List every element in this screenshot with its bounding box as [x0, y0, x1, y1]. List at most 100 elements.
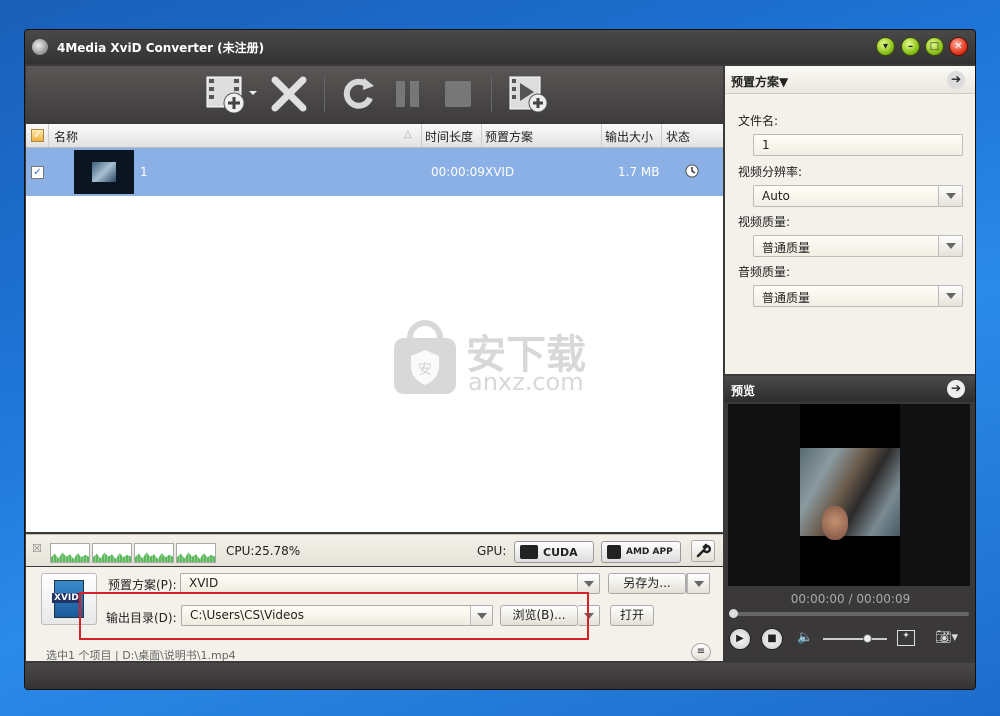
chevron-down-icon: [938, 286, 962, 306]
cpu-graph: [134, 543, 174, 563]
profile-value: XVID: [189, 576, 219, 590]
status-clock-icon: [684, 163, 700, 182]
stop-preview-button[interactable]: ■: [761, 628, 783, 650]
add-video-icon: [206, 76, 257, 114]
chevron-down-icon: [577, 574, 599, 593]
stop-icon: [445, 81, 471, 107]
stop-button[interactable]: [438, 72, 478, 116]
amd-app-button[interactable]: AMD APP: [601, 541, 681, 563]
row-profile: XVID: [485, 165, 515, 179]
resolution-label: 视频分辨率:: [738, 165, 803, 179]
header-size[interactable]: 输出大小: [605, 128, 653, 145]
pause-icon: [396, 81, 419, 107]
seek-handle[interactable]: [729, 609, 738, 618]
open-button[interactable]: 打开: [610, 605, 654, 626]
file-list: ✓ 名称 △ 时间长度 预置方案 输出大小 状态 ✓ 1 00:00:09 XV…: [26, 124, 723, 532]
video-quality-value: 普通质量: [762, 241, 811, 255]
audio-quality-value: 普通质量: [762, 291, 811, 305]
save-as-dropdown[interactable]: [686, 573, 710, 594]
pause-button[interactable]: [388, 72, 428, 116]
cpu-bar: ☒ CPU:25.78% GPU: CUDA AMD APP: [26, 534, 723, 566]
arrow-right-icon[interactable]: ➔: [947, 71, 965, 89]
cpu-graph: [92, 543, 132, 563]
close-button[interactable]: ✕: [949, 37, 968, 56]
window-title: 4Media XviD Converter (未注册): [57, 41, 265, 55]
add-output-profile-button[interactable]: [502, 72, 554, 116]
maximize-button[interactable]: □: [925, 37, 944, 56]
camera-icon[interactable]: 📷︎▾: [935, 630, 958, 645]
resolution-value: Auto: [762, 189, 790, 203]
arrow-right-icon[interactable]: ➔: [947, 380, 965, 398]
gpu-label: GPU:: [477, 544, 507, 558]
convert-button[interactable]: [336, 72, 380, 116]
refresh-convert-icon: [343, 78, 374, 109]
snapshot-list-icon[interactable]: ✦: [897, 630, 915, 646]
status-text: 选中1 个项目 | D:\桌面\说明书\1.mp4: [46, 649, 236, 662]
wrench-icon: [696, 543, 712, 558]
sort-arrow-icon: △: [404, 129, 412, 140]
filename-input[interactable]: 1: [753, 134, 963, 156]
play-button[interactable]: ▶: [729, 628, 751, 650]
volume-slider[interactable]: [823, 634, 887, 643]
nvidia-icon: [520, 545, 538, 559]
volume-icon[interactable]: 🔈: [797, 630, 813, 645]
volume-handle[interactable]: [863, 634, 872, 643]
select-all-checkbox[interactable]: ✓: [31, 129, 44, 142]
cuda-button[interactable]: CUDA: [514, 541, 594, 563]
play-icon: ▶: [736, 633, 744, 644]
profile-select[interactable]: XVID: [180, 573, 600, 594]
header-profile[interactable]: 预置方案: [485, 128, 533, 145]
seek-bar[interactable]: [729, 609, 969, 618]
minimize-button[interactable]: –: [901, 37, 920, 56]
app-logo-icon: [32, 39, 48, 55]
filename-value: 1: [762, 138, 770, 152]
row-size: 1.7 MB: [618, 165, 660, 179]
cpu-usage: CPU:25.78%: [226, 544, 301, 558]
footer-bar: [25, 663, 975, 689]
header-duration[interactable]: 时间长度: [425, 128, 473, 145]
row-checkbox[interactable]: ✓: [31, 166, 44, 179]
toolbar: [26, 66, 723, 122]
svg-text:安: 安: [418, 362, 432, 378]
close-graph-icon[interactable]: ☒: [32, 542, 42, 555]
header-status[interactable]: 状态: [666, 128, 690, 145]
chevron-down-icon: [687, 574, 709, 593]
save-as-button[interactable]: 另存为...: [608, 573, 686, 594]
add-video-button[interactable]: [201, 72, 261, 116]
settings-wrench-button[interactable]: [691, 540, 715, 562]
remove-button[interactable]: [267, 72, 311, 116]
cpu-graph: [50, 543, 90, 563]
table-row[interactable]: ✓ 1 00:00:09 XVID 1.7 MB: [26, 148, 723, 196]
log-icon: ≡: [696, 646, 706, 657]
log-button[interactable]: ≡: [691, 643, 711, 661]
cpu-graph: [176, 543, 216, 563]
preview-header: 预览 ➔: [725, 376, 975, 402]
add-profile-icon: [509, 76, 548, 113]
header-name[interactable]: 名称: [54, 128, 78, 145]
video-quality-select[interactable]: 普通质量: [753, 235, 963, 257]
row-duration: 00:00:09: [431, 165, 485, 179]
video-thumbnail: [74, 150, 134, 194]
preview-screen: [728, 404, 970, 586]
preview-title: 预览: [731, 384, 756, 398]
filename-label: 文件名:: [738, 114, 779, 128]
amd-label: AMD APP: [626, 547, 673, 557]
watermark-bag-icon: 安: [394, 320, 456, 394]
title-bar: 4Media XviD Converter (未注册) ▾ – □ ✕: [25, 30, 975, 64]
watermark-domain: anxz.com: [468, 368, 584, 396]
menu-dropdown-button[interactable]: ▾: [876, 37, 895, 56]
preset-panel: 预置方案▼ ➔ 文件名: 1 视频分辨率: Auto 视频质量: 普通质量 音频…: [725, 66, 975, 374]
resolution-select[interactable]: Auto: [753, 185, 963, 207]
video-quality-label: 视频质量:: [738, 215, 791, 229]
preview-time: 00:00:00 / 00:00:09: [790, 592, 911, 606]
audio-quality-select[interactable]: 普通质量: [753, 285, 963, 307]
chevron-down-icon: [938, 186, 962, 206]
audio-quality-label: 音频质量:: [738, 265, 791, 279]
preview-panel: 预览 ➔ 00:00:00 / 00:00:09 ▶ ■ 🔈 ✦ 📷︎▾: [725, 376, 975, 661]
preset-title[interactable]: 预置方案▼: [731, 73, 788, 90]
stop-icon: ■: [767, 633, 777, 644]
profile-label: 预置方案(P):: [108, 578, 177, 592]
list-header: ✓ 名称 △ 时间长度 预置方案 输出大小 状态: [26, 124, 723, 148]
amd-icon: [607, 545, 621, 559]
row-name: 1: [140, 165, 148, 179]
